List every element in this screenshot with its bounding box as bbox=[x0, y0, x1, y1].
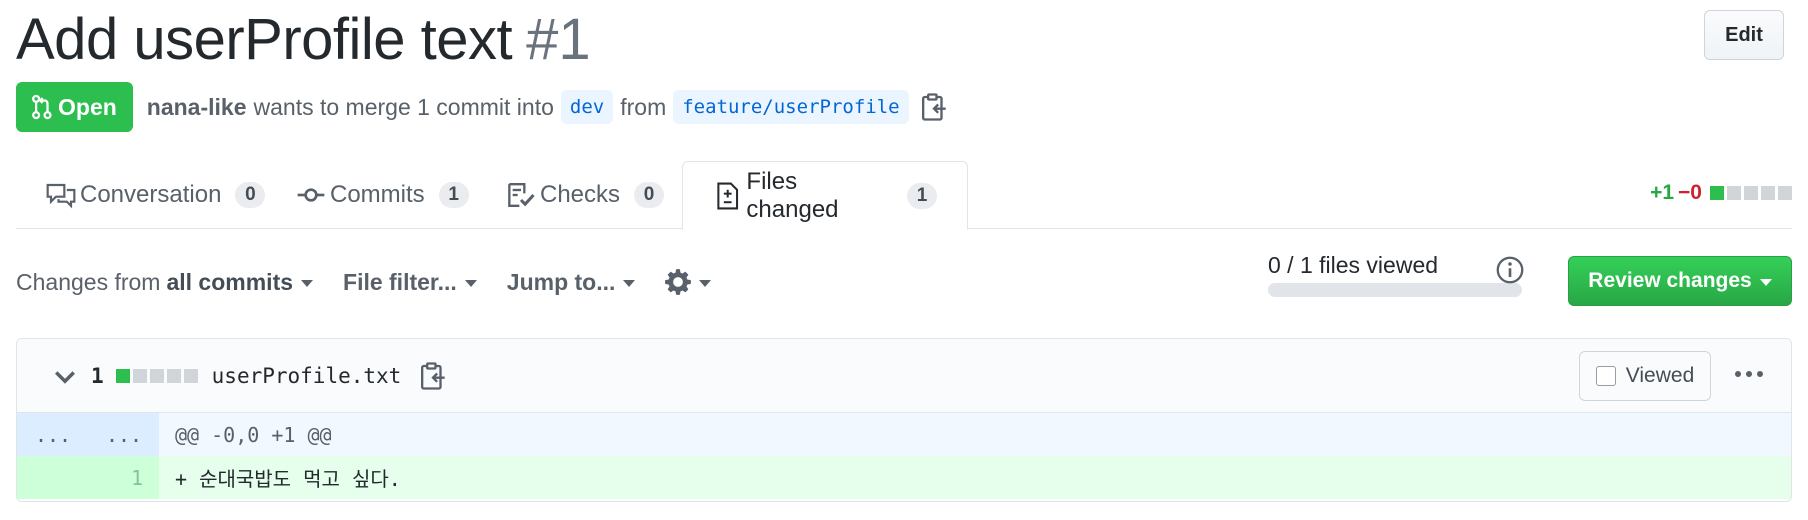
settings-dropdown[interactable] bbox=[665, 269, 712, 295]
git-pull-request-icon bbox=[32, 94, 52, 120]
pr-title: Add userProfile text bbox=[16, 7, 513, 72]
clipboard-icon[interactable] bbox=[419, 361, 447, 391]
diffstat-block bbox=[1744, 186, 1758, 200]
diffstat-block bbox=[149, 368, 164, 383]
pr-tabs: Conversation 0 Commits 1 Checks 0 Files … bbox=[16, 161, 1792, 230]
tab-checks[interactable]: Checks 0 bbox=[476, 161, 694, 229]
diffstat-block bbox=[132, 368, 147, 383]
review-changes-label: Review changes bbox=[1588, 269, 1752, 292]
additions-count: +1 bbox=[1650, 181, 1675, 204]
tab-files-changed[interactable]: Files changed 1 bbox=[682, 161, 968, 230]
tab-label: Conversation bbox=[80, 181, 222, 208]
caret-down-icon bbox=[301, 279, 314, 287]
expand-right[interactable]: ... bbox=[89, 413, 159, 456]
diffstat-block bbox=[1727, 186, 1741, 200]
jump-to-dropdown[interactable]: Jump to... bbox=[507, 269, 636, 296]
viewed-label: Viewed bbox=[1625, 364, 1695, 387]
hunk-header-row: ... ... @@ -0,0 +1 @@ bbox=[17, 413, 1791, 456]
caret-down-icon bbox=[1759, 278, 1772, 286]
git-commit-icon bbox=[297, 188, 325, 202]
review-changes-button[interactable]: Review changes bbox=[1568, 256, 1792, 306]
hunk-header: @@ -0,0 +1 @@ bbox=[159, 413, 1791, 456]
caret-down-icon bbox=[464, 279, 477, 287]
tab-label: Checks bbox=[540, 181, 621, 208]
author-link[interactable]: nana-like bbox=[147, 94, 247, 121]
base-branch[interactable]: dev bbox=[560, 90, 614, 124]
chevron-down-icon[interactable] bbox=[51, 362, 79, 390]
tab-counter: 0 bbox=[235, 182, 266, 208]
line-number-right[interactable]: 1 bbox=[89, 456, 159, 499]
file-diffstat-blocks bbox=[115, 368, 198, 383]
diffstat-block bbox=[1778, 186, 1792, 200]
checklist-icon bbox=[508, 183, 535, 207]
changes-value: all commits bbox=[166, 268, 294, 295]
tab-counter: 1 bbox=[438, 182, 469, 208]
file-diff: 1 userProfile.txt Viewed ... ... @@ -0,0… bbox=[16, 338, 1792, 502]
tab-conversation[interactable]: Conversation 0 bbox=[16, 161, 295, 229]
pr-number: #1 bbox=[526, 7, 591, 72]
tab-label: Files changed bbox=[746, 167, 839, 223]
clipboard-icon[interactable] bbox=[920, 92, 948, 122]
status-badge: Open bbox=[16, 82, 133, 132]
files-viewed-progress: 0 / 1 files viewed bbox=[1268, 252, 1522, 297]
tab-commits[interactable]: Commits 1 bbox=[266, 161, 499, 229]
viewed-toggle[interactable]: Viewed bbox=[1579, 351, 1711, 401]
pr-title-row: Add userProfile text #1 bbox=[16, 6, 591, 72]
diffstat-block bbox=[183, 368, 198, 383]
gear-icon bbox=[665, 269, 692, 295]
diffstat: +1 −0 bbox=[1650, 181, 1792, 205]
pr-meta: Open nana-like wants to merge 1 commit i… bbox=[16, 82, 948, 132]
changes-prefix: Changes from bbox=[16, 268, 161, 295]
from-text: from bbox=[620, 93, 667, 120]
diffstat-block bbox=[166, 368, 181, 383]
diffstat-block bbox=[1710, 186, 1724, 200]
edit-button[interactable]: Edit bbox=[1704, 10, 1784, 60]
file-filter-dropdown[interactable]: File filter... bbox=[343, 269, 477, 296]
caret-down-icon bbox=[623, 279, 636, 287]
progress-bar bbox=[1268, 283, 1522, 297]
merge-description: wants to merge 1 commit into bbox=[253, 93, 554, 120]
jump-to-label: Jump to... bbox=[506, 268, 616, 295]
diffstat-block bbox=[1761, 186, 1775, 200]
file-name[interactable]: userProfile.txt bbox=[212, 364, 402, 388]
files-viewed-label: 0 / 1 files viewed bbox=[1268, 252, 1439, 278]
diffstat-block bbox=[115, 368, 130, 383]
info-icon[interactable] bbox=[1496, 256, 1524, 284]
expand-left[interactable]: ... bbox=[17, 413, 89, 456]
caret-down-icon bbox=[699, 279, 712, 287]
deletions-count: −0 bbox=[1678, 181, 1702, 204]
tab-counter: 1 bbox=[907, 182, 937, 209]
diff-line-added: 1 + 순대국밥도 먹고 싶다. bbox=[17, 456, 1791, 499]
tab-counter: 0 bbox=[634, 182, 665, 208]
diffstat-blocks bbox=[1710, 186, 1792, 200]
tab-label: Commits bbox=[330, 181, 425, 208]
comment-discussion-icon bbox=[46, 183, 76, 209]
line-number-left[interactable] bbox=[17, 456, 89, 499]
line-content: + 순대국밥도 먹고 싶다. bbox=[159, 456, 1791, 499]
viewed-checkbox[interactable] bbox=[1595, 366, 1616, 386]
file-filter-label: File filter... bbox=[343, 268, 457, 295]
file-diff-icon bbox=[717, 182, 739, 209]
status-label: Open bbox=[58, 93, 117, 120]
head-branch[interactable]: feature/userProfile bbox=[673, 90, 909, 124]
file-header: 1 userProfile.txt Viewed bbox=[17, 339, 1791, 413]
kebab-menu-icon[interactable] bbox=[1735, 371, 1763, 377]
diff-toolbar: Changes from all commits File filter... … bbox=[16, 252, 1792, 308]
file-change-count: 1 bbox=[91, 363, 104, 388]
changes-from-dropdown[interactable]: Changes from all commits bbox=[16, 268, 314, 296]
